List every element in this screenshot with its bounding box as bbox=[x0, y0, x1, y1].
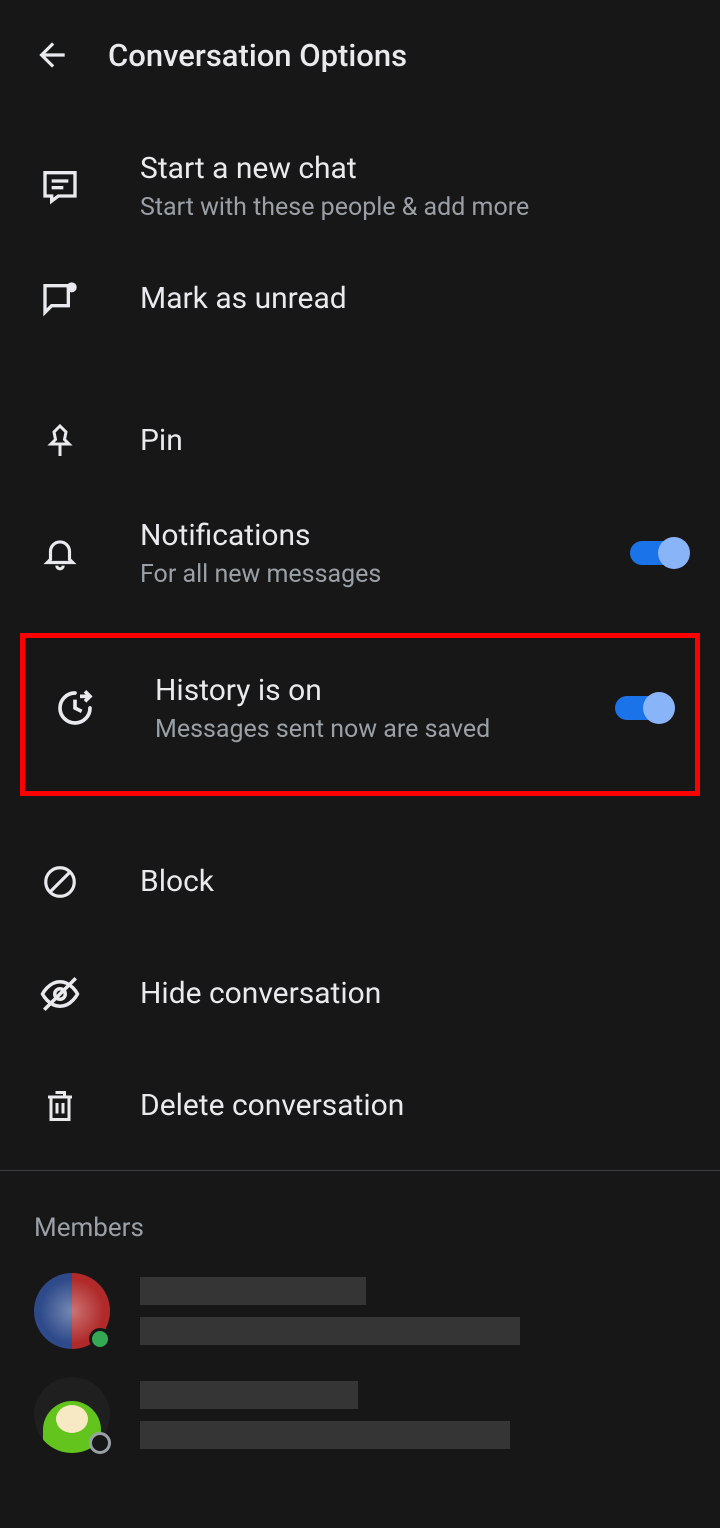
option-title: Block bbox=[140, 861, 692, 903]
member-row[interactable] bbox=[34, 1377, 686, 1453]
member-email-redacted bbox=[140, 1421, 510, 1449]
option-subtitle: Start with these people & add more bbox=[140, 192, 692, 225]
pin-item[interactable]: Pin bbox=[0, 385, 720, 497]
block-item[interactable]: Block bbox=[0, 826, 720, 938]
option-title: Hide conversation bbox=[140, 973, 692, 1015]
notifications-toggle[interactable] bbox=[630, 536, 692, 570]
member-row[interactable] bbox=[34, 1273, 686, 1349]
members-section: Members bbox=[0, 1171, 720, 1453]
highlight-box: History is on Messages sent now are save… bbox=[20, 633, 700, 796]
arrow-back-icon bbox=[33, 36, 71, 74]
member-name-redacted bbox=[140, 1381, 358, 1409]
history-icon bbox=[55, 688, 95, 728]
block-icon bbox=[41, 863, 79, 901]
delete-conversation-item[interactable]: Delete conversation bbox=[0, 1050, 720, 1162]
back-button[interactable] bbox=[12, 15, 92, 95]
header: Conversation Options bbox=[0, 0, 720, 110]
option-title: History is on bbox=[155, 670, 615, 712]
option-title: Notifications bbox=[140, 515, 630, 557]
option-subtitle: Messages sent now are saved bbox=[155, 714, 615, 747]
mark-unread-item[interactable]: Mark as unread bbox=[0, 243, 720, 355]
history-item[interactable]: History is on Messages sent now are save… bbox=[35, 662, 687, 747]
option-title: Start a new chat bbox=[140, 148, 692, 190]
hide-conversation-item[interactable]: Hide conversation bbox=[0, 938, 720, 1050]
history-toggle[interactable] bbox=[615, 691, 677, 725]
mark-unread-icon bbox=[40, 279, 80, 319]
chat-icon bbox=[40, 166, 80, 206]
option-title: Pin bbox=[140, 420, 692, 462]
presence-offline-icon bbox=[89, 1432, 111, 1454]
member-name-redacted bbox=[140, 1277, 366, 1305]
trash-icon bbox=[42, 1088, 78, 1124]
page-title: Conversation Options bbox=[108, 37, 407, 74]
presence-online-icon bbox=[89, 1328, 111, 1350]
options-list: Start a new chat Start with these people… bbox=[0, 110, 720, 1162]
members-heading: Members bbox=[34, 1213, 686, 1243]
avatar bbox=[34, 1273, 110, 1349]
option-title: Delete conversation bbox=[140, 1085, 692, 1127]
member-email-redacted bbox=[140, 1317, 520, 1345]
eye-off-icon bbox=[39, 973, 81, 1015]
option-title: Mark as unread bbox=[140, 278, 692, 320]
notifications-item[interactable]: Notifications For all new messages bbox=[0, 497, 720, 610]
bell-icon bbox=[41, 534, 79, 572]
pin-icon bbox=[42, 423, 78, 459]
start-new-chat-item[interactable]: Start a new chat Start with these people… bbox=[0, 130, 720, 243]
avatar bbox=[34, 1377, 110, 1453]
option-subtitle: For all new messages bbox=[140, 559, 630, 592]
